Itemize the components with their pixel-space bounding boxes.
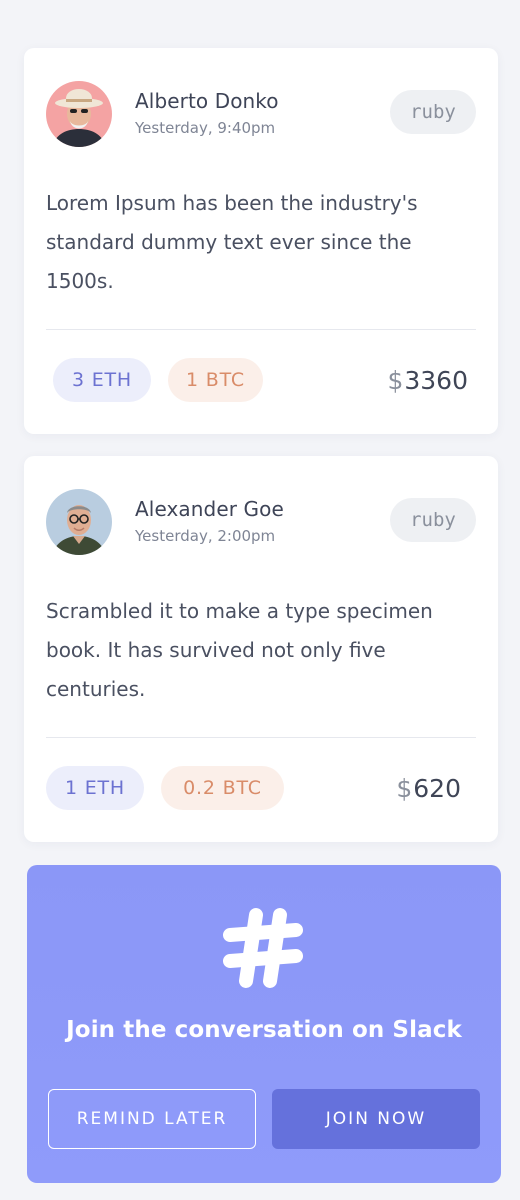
remind-later-button[interactable]: REMIND LATER xyxy=(48,1089,256,1149)
post-text: Lorem Ipsum has been the industry's stan… xyxy=(46,191,418,293)
eth-amount-badge: 3 ETH xyxy=(53,358,151,402)
avatar-image xyxy=(46,489,112,555)
avatar[interactable] xyxy=(46,81,112,147)
slack-promo-card: Join the conversation on Slack REMIND LA… xyxy=(27,865,501,1183)
price-amount: 3360 xyxy=(404,365,468,395)
btc-amount-badge: 0.2 BTC xyxy=(161,766,284,810)
tag-badge[interactable]: ruby xyxy=(390,90,476,134)
currency-symbol: $ xyxy=(387,365,404,395)
currency-symbol: $ xyxy=(396,773,413,803)
eth-amount-badge: 1 ETH xyxy=(46,766,144,810)
slack-title: Join the conversation on Slack xyxy=(66,1017,462,1043)
join-now-button[interactable]: JOIN NOW xyxy=(272,1089,480,1149)
btc-amount-badge: 1 BTC xyxy=(168,358,263,402)
post-text: Scrambled it to make a type specimen boo… xyxy=(46,599,433,701)
slack-hash-icon xyxy=(223,908,303,988)
divider xyxy=(46,737,476,738)
post-time: Yesterday, 2:00pm xyxy=(135,527,276,545)
author-name[interactable]: Alberto Donko xyxy=(135,89,279,113)
divider xyxy=(46,329,476,330)
avatar-image xyxy=(46,81,112,147)
post-card: Alberto Donko Yesterday, 9:40pm ruby Lor… xyxy=(24,48,498,434)
post-time: Yesterday, 9:40pm xyxy=(135,119,276,137)
author-name[interactable]: Alexander Goe xyxy=(135,497,284,521)
price: $620 xyxy=(396,768,461,808)
post-card: Alexander Goe Yesterday, 2:00pm ruby Scr… xyxy=(24,456,498,842)
tag-badge[interactable]: ruby xyxy=(390,498,476,542)
avatar[interactable] xyxy=(46,489,112,555)
price: $3360 xyxy=(387,360,468,400)
price-amount: 620 xyxy=(413,773,461,803)
